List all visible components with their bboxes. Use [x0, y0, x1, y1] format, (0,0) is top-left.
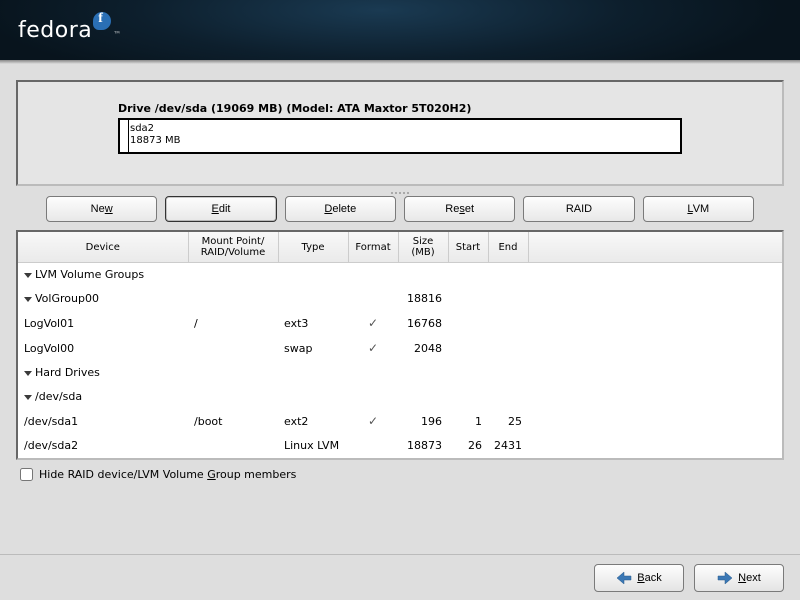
table-header-row: Device Mount Point/ RAID/Volume Type For… — [18, 232, 782, 263]
col-type[interactable]: Type — [278, 232, 348, 263]
expand-icon[interactable] — [24, 297, 32, 302]
lvm-button[interactable]: LVM — [643, 196, 754, 222]
cell: ext2 — [278, 409, 348, 434]
back-button[interactable]: Back — [594, 564, 684, 592]
col-end[interactable]: End — [488, 232, 528, 263]
expand-icon[interactable] — [24, 273, 32, 278]
check-icon: ✓ — [368, 316, 378, 330]
fedora-logo: fedora ™ — [18, 18, 122, 43]
reset-button[interactable]: Reset — [404, 196, 515, 222]
drive-partition-bar[interactable]: sda2 18873 MB — [118, 118, 682, 154]
header-bar: fedora ™ — [0, 0, 800, 60]
cell: LVM Volume Groups — [35, 268, 144, 281]
cell: /dev/sda2 — [18, 434, 188, 458]
cell: /dev/sda — [35, 390, 82, 403]
partition-label: sda2 — [130, 123, 676, 135]
cell: 18873 — [398, 434, 448, 458]
check-icon: ✓ — [368, 414, 378, 428]
arrow-right-icon — [717, 571, 733, 585]
cell: 2048 — [398, 336, 448, 361]
cell: VolGroup00 — [35, 292, 99, 305]
cell: ext3 — [278, 311, 348, 336]
fedora-bubble-icon — [93, 12, 111, 30]
col-mount[interactable]: Mount Point/ RAID/Volume — [188, 232, 278, 263]
expand-icon[interactable] — [24, 371, 32, 376]
cell: Hard Drives — [35, 366, 100, 379]
table-row[interactable]: /dev/sda1 /boot ext2 ✓ 196 1 25 — [18, 409, 782, 434]
next-button[interactable]: Next — [694, 564, 784, 592]
cell: / — [188, 311, 278, 336]
table-row[interactable]: LogVol01 / ext3 ✓ 16768 — [18, 311, 782, 336]
table-row[interactable]: /dev/sda2 Linux LVM 18873 26 2431 — [18, 434, 782, 458]
col-spacer — [528, 232, 782, 263]
toolbar: New Edit Delete Reset RAID LVM — [16, 196, 784, 222]
col-start[interactable]: Start — [448, 232, 488, 263]
col-size[interactable]: Size (MB) — [398, 232, 448, 263]
partition-size: 18873 MB — [130, 135, 676, 147]
cell: 196 — [398, 409, 448, 434]
cell: Linux LVM — [278, 434, 348, 458]
cell: 18816 — [398, 287, 448, 311]
new-button[interactable]: New — [46, 196, 157, 222]
footer-nav: Back Next — [0, 554, 800, 600]
partition-table: Device Mount Point/ RAID/Volume Type For… — [16, 230, 784, 460]
edit-button[interactable]: Edit — [165, 196, 276, 222]
drive-summary-panel: Drive /dev/sda (19069 MB) (Model: ATA Ma… — [16, 80, 784, 186]
cell: 2431 — [488, 434, 528, 458]
checkbox-label: Hide RAID device/LVM Volume Group member… — [39, 468, 296, 481]
cell: /dev/sda1 — [18, 409, 188, 434]
cell: swap — [278, 336, 348, 361]
delete-button[interactable]: Delete — [285, 196, 396, 222]
trademark: ™ — [113, 30, 122, 39]
table-row[interactable]: /dev/sda — [18, 385, 782, 409]
hide-raid-checkbox[interactable] — [20, 468, 33, 481]
col-format[interactable]: Format — [348, 232, 398, 263]
arrow-left-icon — [616, 571, 632, 585]
expand-icon[interactable] — [24, 395, 32, 400]
drive-title: Drive /dev/sda (19069 MB) (Model: ATA Ma… — [118, 102, 682, 115]
check-icon: ✓ — [368, 341, 378, 355]
cell: 16768 — [398, 311, 448, 336]
col-device[interactable]: Device — [18, 232, 188, 263]
cell: 1 — [448, 409, 488, 434]
hide-raid-checkbox-row[interactable]: Hide RAID device/LVM Volume Group member… — [16, 460, 784, 489]
partition-sda2-chip[interactable]: sda2 18873 MB — [126, 120, 680, 152]
table-row[interactable]: LVM Volume Groups — [18, 263, 782, 287]
raid-button[interactable]: RAID — [523, 196, 634, 222]
cell: 26 — [448, 434, 488, 458]
cell: 25 — [488, 409, 528, 434]
cell: LogVol01 — [18, 311, 188, 336]
logo-text: fedora — [18, 18, 92, 43]
cell: LogVol00 — [18, 336, 188, 361]
table-row[interactable]: Hard Drives — [18, 361, 782, 385]
table-row[interactable]: LogVol00 swap ✓ 2048 — [18, 336, 782, 361]
table-row[interactable]: VolGroup00 18816 — [18, 287, 782, 311]
cell: /boot — [188, 409, 278, 434]
